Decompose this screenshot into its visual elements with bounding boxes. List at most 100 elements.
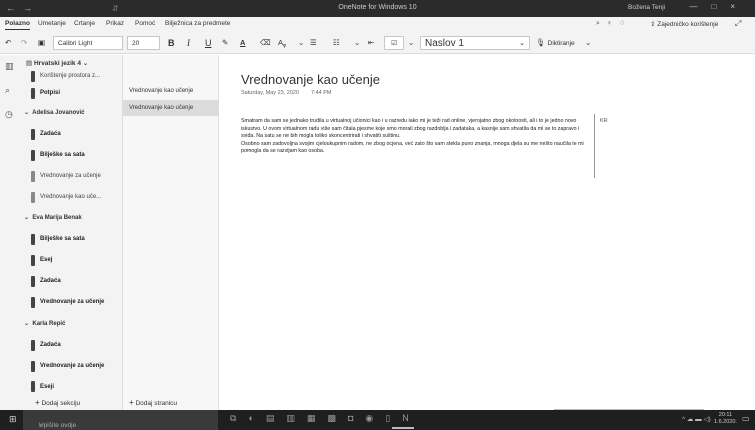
tab-polazno[interactable]: Polazno bbox=[5, 20, 30, 30]
add-section-button[interactable]: + Dodaj sekciju bbox=[35, 398, 80, 407]
store-icon[interactable]: ▥ bbox=[286, 413, 307, 423]
bullets-icon[interactable]: ☰ bbox=[310, 36, 317, 50]
chevron-down-icon[interactable]: ⌄ bbox=[298, 36, 304, 50]
font-name-select[interactable]: Calibri Light bbox=[53, 36, 123, 50]
page-item[interactable]: Vrednovanje kao učenje bbox=[123, 83, 219, 99]
ribbon-toolbar: ↶ ↷ ▣ Calibri Light 20 B I U ✎ A ⌫ Aⱴ ⌄ … bbox=[0, 32, 755, 54]
taskbar-apps: ⧉◐▤▥▦▩◘◉▯N bbox=[230, 413, 421, 424]
todo-tag-icon[interactable]: ☑ bbox=[384, 36, 404, 50]
section-item[interactable]: Bilješke sa sata bbox=[20, 147, 123, 164]
outdent-icon[interactable]: ⇤ bbox=[368, 36, 374, 50]
edge-icon[interactable]: ◐ bbox=[248, 413, 265, 423]
note-paragraph[interactable]: Smatram da sam se jednako trudila u virt… bbox=[241, 118, 591, 141]
font-size-select[interactable]: 20 bbox=[127, 36, 160, 50]
bell-icon[interactable]: ♢ bbox=[619, 20, 625, 27]
page-canvas[interactable]: Vrednovanje kao učenje Saturday, May 23,… bbox=[219, 55, 755, 411]
note-container[interactable]: Smatram da sam se jednako trudila u virt… bbox=[241, 118, 591, 156]
page-date: Saturday, May 23, 2020 7:44 PM bbox=[241, 90, 332, 96]
section-item[interactable]: Vrednovanje za učenje bbox=[20, 294, 123, 311]
add-page-button[interactable]: + Dodaj stranicu bbox=[129, 398, 177, 407]
notebook-selector[interactable]: ▤ Hrvatski jezik 4 ⌄ bbox=[26, 59, 88, 67]
section-item[interactable]: Vrednovanje za učenje bbox=[20, 358, 123, 375]
notebooks-icon[interactable]: ▥ bbox=[5, 61, 14, 72]
section-group-header[interactable]: ⌄ Eva Marija Benak bbox=[24, 211, 82, 225]
redo-icon[interactable]: ↷ bbox=[21, 36, 27, 50]
navigation-rail: ▥ ⌕ ◷ bbox=[0, 55, 20, 410]
close-icon[interactable]: × bbox=[730, 2, 749, 11]
tab-umetanje[interactable]: Umetanje bbox=[38, 20, 66, 27]
chevron-down-icon: ⌄ bbox=[519, 40, 525, 47]
tab-crtanje[interactable]: Crtanje bbox=[74, 20, 95, 27]
chevron-down-icon: ⌄ bbox=[82, 60, 89, 67]
text-effects-icon[interactable]: Aⱴ bbox=[278, 36, 286, 50]
clear-format-icon[interactable]: ⌫ bbox=[260, 36, 271, 50]
maximize-icon[interactable]: □ bbox=[711, 2, 730, 11]
search-icon[interactable]: ⌕ bbox=[596, 20, 600, 27]
section-item[interactable]: Vrednovanje za učenje bbox=[20, 168, 123, 185]
page-item-selected[interactable]: Vrednovanje kao učenje bbox=[123, 100, 219, 116]
section-item[interactable]: Esej bbox=[20, 252, 123, 269]
windows-start-icon[interactable]: ⊞ bbox=[9, 414, 17, 425]
tab-prikaz[interactable]: Prikaz bbox=[106, 20, 124, 27]
note-divider bbox=[594, 114, 595, 178]
numbering-icon[interactable]: ☷ bbox=[333, 36, 340, 50]
mail-icon[interactable]: ▤ bbox=[266, 413, 287, 423]
search-icon[interactable]: ⌕ bbox=[5, 85, 10, 96]
generic-app-icon[interactable]: ▯ bbox=[385, 413, 402, 423]
bold-button[interactable]: B bbox=[168, 36, 175, 50]
undo-icon[interactable]: ↶ bbox=[5, 36, 11, 50]
section-group-header[interactable]: ⌄ Adelisa Jovanović bbox=[24, 106, 85, 120]
chevron-down-icon[interactable]: ⌄ bbox=[585, 36, 591, 50]
section-item[interactable]: Zadaća bbox=[20, 337, 123, 354]
share-icon: ⇪ bbox=[650, 21, 656, 28]
taskbar-clock[interactable]: 20:11 1.6.2020. bbox=[714, 412, 737, 426]
highlight-icon[interactable]: ✎ bbox=[222, 36, 228, 50]
ribbon-tabs: Polazno Umetanje Crtanje Prikaz Pomoć Bi… bbox=[0, 17, 755, 32]
recent-icon[interactable]: ◷ bbox=[5, 109, 13, 120]
office-icon[interactable]: ▩ bbox=[327, 413, 348, 423]
active-app-indicator bbox=[392, 427, 414, 429]
underline-button[interactable]: U bbox=[205, 36, 212, 50]
chevron-down-icon[interactable]: ⌄ bbox=[408, 36, 414, 50]
minimize-icon[interactable]: — bbox=[689, 2, 711, 11]
section-item[interactable]: Bilješke sa sata bbox=[20, 231, 123, 248]
system-tray[interactable]: ^ ☁ ▬ ◁) bbox=[682, 415, 711, 423]
section-item[interactable]: Eseji bbox=[20, 379, 123, 395]
style-select[interactable]: Naslov 1 ⌄ bbox=[420, 36, 530, 50]
taskbar: ⊞ ⌕ Upišite ovdje za pretraživanje ⧉◐▤▥▦… bbox=[0, 410, 755, 430]
pages-pane: Vrednovanje kao učenje Vrednovanje kao u… bbox=[123, 55, 219, 410]
taskbar-search[interactable]: ⌕ Upišite ovdje za pretraživanje bbox=[23, 410, 218, 430]
tab-pomoc[interactable]: Pomoć bbox=[135, 20, 155, 27]
section-item[interactable]: Potpisi bbox=[20, 85, 123, 102]
lightbulb-icon[interactable]: ♀ bbox=[607, 20, 612, 27]
explorer-icon[interactable]: ▦ bbox=[307, 413, 328, 423]
tab-biljeznica[interactable]: Bilježnica za predmete bbox=[165, 20, 230, 27]
user-name[interactable]: Božena Tenji bbox=[628, 4, 665, 11]
section-item[interactable]: Vrednovanje kao uče... bbox=[20, 189, 123, 206]
section-item[interactable]: Korištenje prostora z... bbox=[20, 71, 123, 83]
share-button[interactable]: ⇪ Zajedničko korištenje bbox=[650, 20, 718, 28]
mail-app-icon[interactable]: ◘ bbox=[348, 413, 365, 423]
sort-icon[interactable]: ⇵ bbox=[112, 4, 119, 13]
plus-icon: + bbox=[35, 398, 40, 407]
chrome-icon[interactable]: ◉ bbox=[365, 413, 385, 423]
section-item[interactable]: Zadaća bbox=[20, 273, 123, 290]
chevron-down-icon[interactable]: ⌄ bbox=[354, 36, 360, 50]
microphone-icon: 🎙 bbox=[536, 38, 546, 47]
note-paragraph[interactable]: Osobno sam zadovoljna svojim cjeloukupni… bbox=[241, 141, 591, 156]
notebook-icon: ▤ bbox=[26, 60, 33, 67]
expand-icon[interactable]: ⤢ bbox=[735, 19, 741, 29]
section-item[interactable]: Zadaća bbox=[20, 126, 123, 143]
onenote-icon[interactable]: N bbox=[402, 413, 421, 423]
sections-pane: ▤ Hrvatski jezik 4 ⌄ Korištenje prostora… bbox=[20, 55, 143, 410]
clipboard-icon[interactable]: ▣ bbox=[38, 36, 45, 50]
task-view-icon[interactable]: ⧉ bbox=[230, 413, 248, 423]
page-title[interactable]: Vrednovanje kao učenje bbox=[241, 72, 380, 87]
dictate-button[interactable]: 🎙 Diktiranje bbox=[536, 36, 575, 50]
font-color-icon[interactable]: A bbox=[240, 36, 245, 50]
italic-button[interactable]: I bbox=[187, 36, 190, 50]
plus-icon: + bbox=[129, 398, 134, 407]
notification-icon[interactable]: ▭ bbox=[742, 414, 750, 423]
section-group-header[interactable]: ⌄ Karla Repić bbox=[24, 317, 65, 331]
side-note[interactable]: KR bbox=[600, 118, 608, 124]
